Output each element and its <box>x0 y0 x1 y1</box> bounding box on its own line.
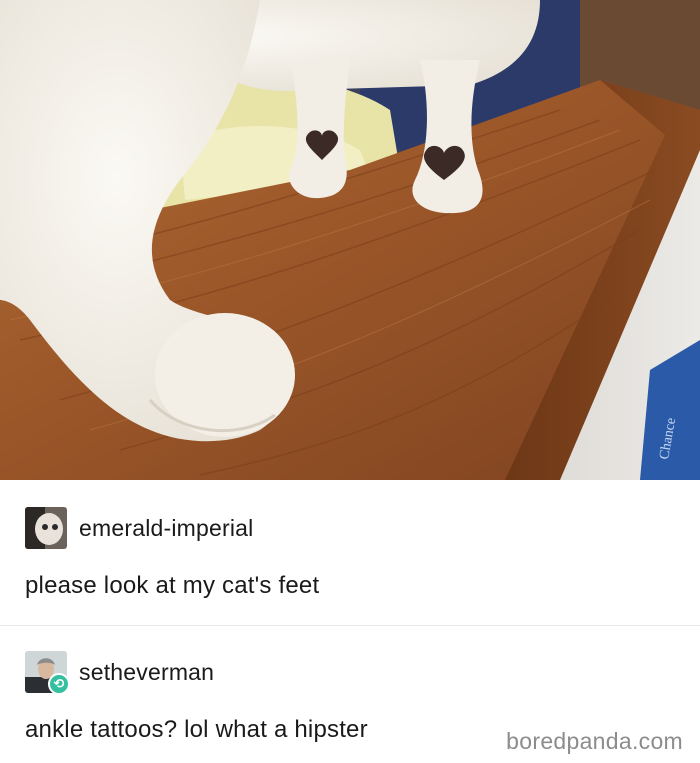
post-text: ankle tattoos? lol what a hipster <box>25 716 368 743</box>
username[interactable]: emerald-imperial <box>79 515 253 542</box>
post-header: emerald-imperial <box>25 507 253 549</box>
post-header: ⟲ setheverman <box>25 651 214 695</box>
post-text: please look at my cat's feet <box>25 572 320 599</box>
cat-avatar-icon[interactable] <box>25 507 67 549</box>
reblog-icon: ⟲ <box>48 673 70 695</box>
avatar-wrapper: ⟲ <box>25 651 70 695</box>
reblog-post: ⟲ setheverman ankle tattoos? lol what a … <box>0 625 700 763</box>
cat-paws-photo: Chance <box>0 0 700 480</box>
original-post: emerald-imperial please look at my cat's… <box>0 480 700 625</box>
post-screenshot: Chance emerald-imperial please look at m… <box>0 0 700 763</box>
watermark: boredpanda.com <box>506 728 683 754</box>
username[interactable]: setheverman <box>79 659 214 686</box>
